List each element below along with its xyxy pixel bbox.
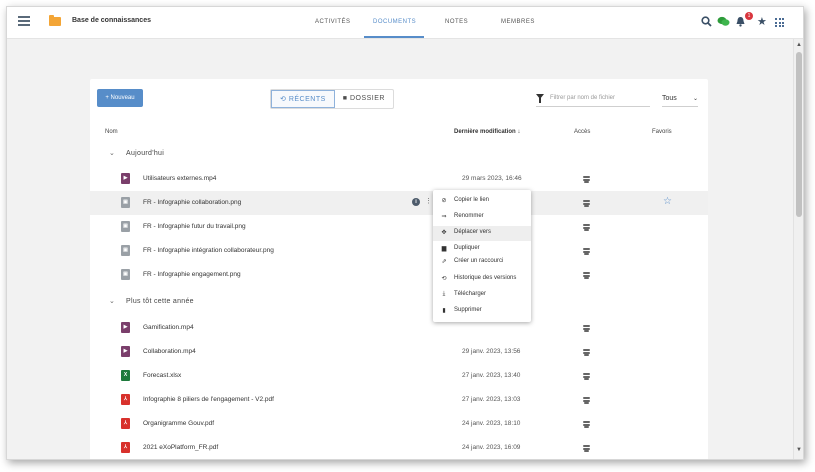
column-header-modified[interactable]: Dernière modification ↓: [454, 129, 520, 135]
menu-item-create-shortcut[interactable]: ⇗ Créer un raccourci: [433, 255, 531, 270]
recent-toggle-button[interactable]: ⟲ RÉCENTS: [271, 90, 335, 108]
tab-membres[interactable]: MEMBRES: [501, 19, 535, 25]
table-row[interactable]: ▶ Gamification.mp4: [90, 316, 708, 340]
scrollbar[interactable]: ▲ ▼: [793, 39, 803, 459]
menu-item-version-history[interactable]: ⟲ Historique des versions: [433, 272, 531, 287]
video-file-icon: ▶: [121, 346, 130, 357]
access-icon: [583, 200, 590, 207]
info-icon[interactable]: i: [412, 198, 420, 206]
link-icon: ⊘: [441, 198, 447, 204]
history-icon: ⟲: [441, 276, 447, 282]
spreadsheet-file-icon: X: [121, 370, 130, 381]
video-file-icon: ▶: [121, 322, 130, 333]
app-title: Base de connaissances: [72, 17, 151, 24]
trash-icon: ▮: [442, 308, 446, 314]
folder-toggle-button[interactable]: ■ DOSSIER: [335, 90, 393, 108]
table-row[interactable]: ⅄ 2021 eXoPlatform_FR.pdf 24 janv. 2023,…: [90, 436, 708, 459]
scroll-down-icon[interactable]: ▼: [796, 447, 802, 453]
access-icon: [583, 325, 590, 332]
folder-icon: [49, 15, 61, 26]
image-file-icon: ▣: [121, 197, 130, 208]
move-icon: ✥: [441, 230, 447, 236]
view-toggle: ⟲ RÉCENTS ■ DOSSIER: [270, 89, 394, 109]
new-button[interactable]: + Nouveau: [97, 89, 143, 107]
sort-arrow-icon: ↓: [517, 129, 521, 135]
access-icon: [583, 176, 590, 183]
table-row[interactable]: ▣ FR - Infographie futur du travail.png: [90, 215, 708, 239]
table-row[interactable]: ▣ FR - Infographie collaboration.png i ⋮…: [90, 191, 708, 215]
menu-item-copy-link[interactable]: ⊘ Copier le lien: [433, 194, 531, 209]
table-row[interactable]: ▶ Collaboration.mp4 29 janv. 2023, 13:56: [90, 340, 708, 364]
group-earlier-this-year[interactable]: ⌄ Plus tôt cette année: [109, 298, 194, 305]
table-row[interactable]: ⅄ Infographie 8 piliers de l'engagement …: [90, 388, 708, 412]
search-icon[interactable]: [701, 16, 712, 30]
tab-activites[interactable]: ACTIVITÉS: [315, 19, 351, 25]
duplicate-icon: ▆: [441, 246, 447, 252]
table-row[interactable]: ▶ Utilisateurs externes.mp4 29 mars 2023…: [90, 167, 708, 191]
chevron-down-icon: ⌄: [109, 150, 116, 157]
column-header-name[interactable]: Nom: [105, 129, 118, 135]
favorite-star-icon[interactable]: ☆: [663, 196, 672, 207]
chevron-down-icon: ⌄: [109, 298, 116, 305]
filter-icon: [536, 94, 544, 103]
apps-grid-icon[interactable]: [775, 18, 784, 27]
rename-icon: ⇒: [441, 214, 447, 220]
notification-badge: 1: [745, 12, 753, 20]
menu-item-download[interactable]: ⤓ Télécharger: [433, 288, 531, 303]
access-icon: [583, 397, 590, 404]
folder-icon: ■: [342, 95, 350, 102]
table-row[interactable]: ▣ FR - Infographie engagement.png: [90, 263, 708, 287]
filter-select[interactable]: Tous ⌄: [662, 93, 698, 107]
access-icon: [583, 248, 590, 255]
download-icon: ⤓: [442, 291, 446, 297]
group-today[interactable]: ⌄ Aujourd'hui: [109, 150, 164, 157]
table-row[interactable]: ▣ FR - Infographie intégration collabora…: [90, 239, 708, 263]
bell-icon[interactable]: [735, 16, 746, 30]
scrollbar-thumb[interactable]: [796, 52, 802, 217]
active-tab-underline: [364, 36, 424, 38]
column-header-favorites[interactable]: Favoris: [652, 129, 672, 135]
context-menu: ⊘ Copier le lien ⇒ Renommer ✥ Déplacer v…: [433, 190, 531, 322]
access-icon: [583, 445, 590, 452]
table-row[interactable]: ⅄ Organigramme Gouv.pdf 24 janv. 2023, 1…: [90, 412, 708, 436]
image-file-icon: ▣: [121, 221, 130, 232]
pdf-file-icon: ⅄: [121, 394, 130, 405]
filter-input[interactable]: Filtrer par nom de fichier: [536, 93, 650, 107]
chat-icon[interactable]: [717, 16, 730, 30]
column-header-access[interactable]: Accès: [574, 129, 590, 135]
access-icon: [583, 272, 590, 279]
access-icon: [583, 224, 590, 231]
history-icon: ⟲: [280, 96, 289, 103]
menu-item-delete[interactable]: ▮ Supprimer: [433, 304, 531, 319]
access-icon: [583, 421, 590, 428]
menu-item-rename[interactable]: ⇒ Renommer: [433, 210, 531, 225]
access-icon: [583, 373, 590, 380]
shortcut-icon: ⇗: [441, 259, 447, 265]
table-row[interactable]: X Forecast.xlsx 27 janv. 2023, 13:40: [90, 364, 708, 388]
pdf-file-icon: ⅄: [121, 418, 130, 429]
video-file-icon: ▶: [121, 173, 130, 184]
scroll-up-icon[interactable]: ▲: [796, 42, 802, 48]
app-window: Base de connaissances ACTIVITÉS DOCUMENT…: [6, 6, 804, 460]
documents-panel: + Nouveau ⟲ RÉCENTS ■ DOSSIER Filtrer pa…: [90, 79, 708, 459]
access-icon: [583, 349, 590, 356]
star-icon[interactable]: ★: [757, 16, 767, 28]
image-file-icon: ▣: [121, 245, 130, 256]
more-options-icon[interactable]: ⋮: [425, 198, 432, 206]
chevron-down-icon: ⌄: [692, 96, 698, 102]
pdf-file-icon: ⅄: [121, 442, 130, 453]
tab-notes[interactable]: NOTES: [445, 19, 468, 25]
menu-item-move[interactable]: ✥ Déplacer vers: [433, 226, 531, 241]
image-file-icon: ▣: [121, 269, 130, 280]
menu-icon[interactable]: [18, 16, 30, 26]
top-bar: Base de connaissances ACTIVITÉS DOCUMENT…: [7, 7, 803, 39]
tab-documents[interactable]: DOCUMENTS: [373, 19, 416, 25]
